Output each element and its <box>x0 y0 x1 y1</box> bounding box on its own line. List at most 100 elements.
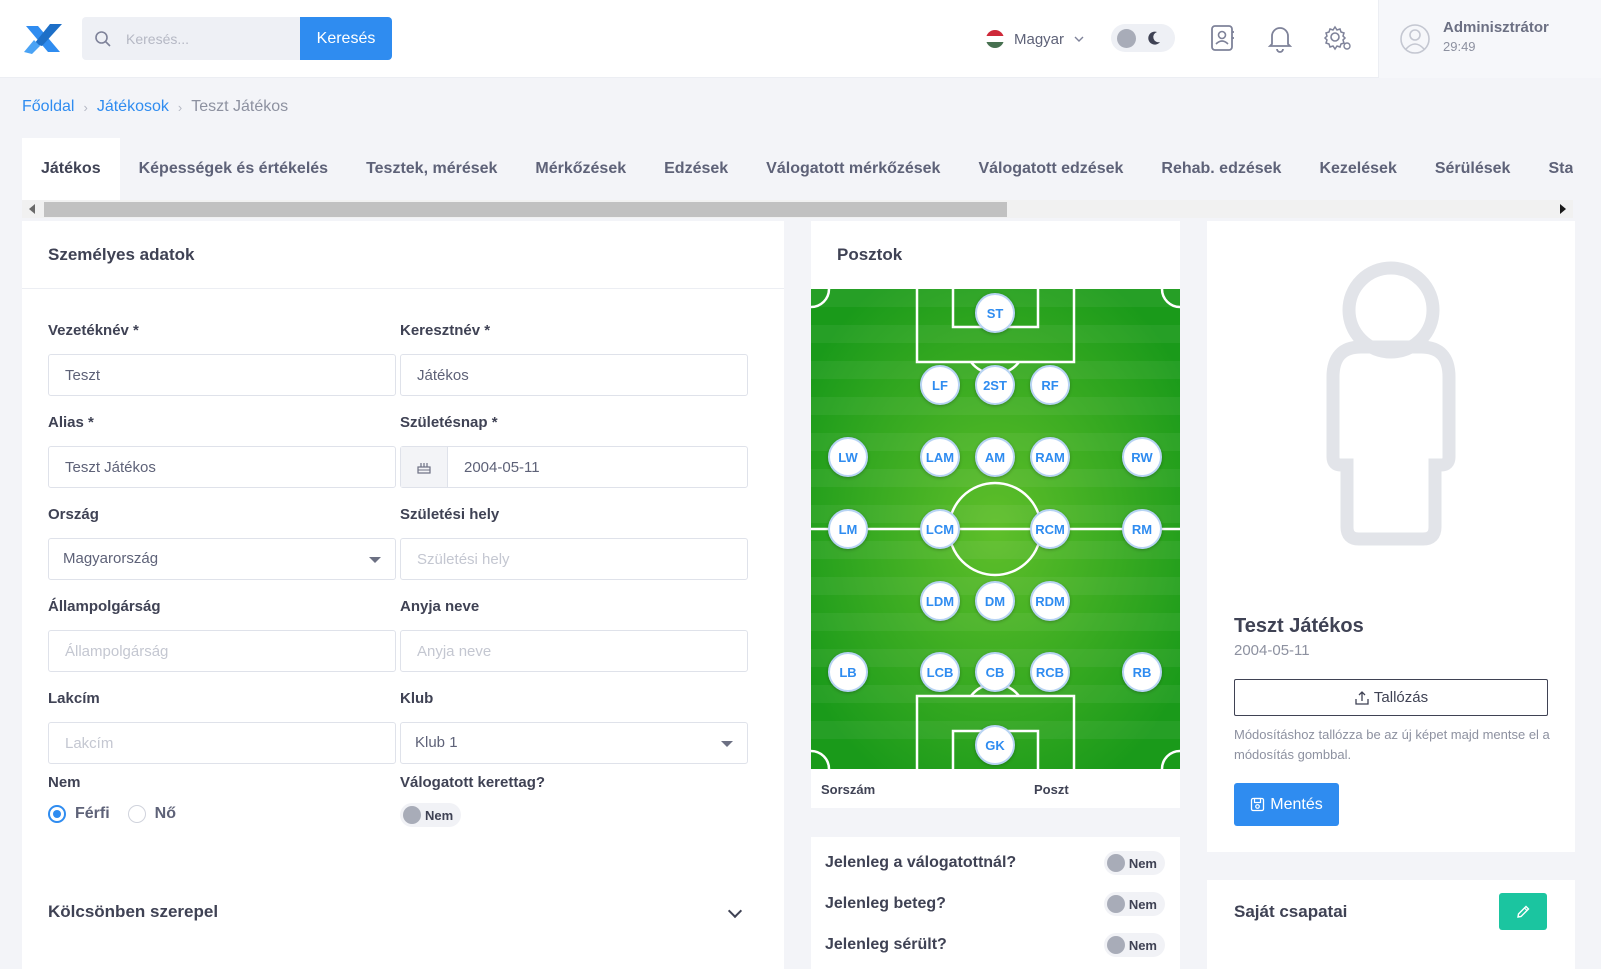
position-rdm-button[interactable]: RDM <box>1030 581 1070 621</box>
position-lm-button[interactable]: LM <box>828 509 868 549</box>
status-national-value: Nem <box>1128 855 1157 871</box>
gender-male-radio[interactable]: Férfi <box>48 805 110 823</box>
position-st-button[interactable]: ST <box>975 293 1015 333</box>
country-select[interactable]: Magyarország <box>48 538 396 580</box>
status-injured-toggle[interactable]: Nem <box>1103 933 1165 957</box>
breadcrumb-players-link[interactable]: Játékosok <box>97 98 169 116</box>
search-input[interactable] <box>126 30 286 47</box>
tab-statistics[interactable]: Statisztika <box>1529 138 1573 200</box>
radio-unchecked-icon[interactable] <box>127 805 146 823</box>
radio-checked-icon[interactable] <box>48 805 66 823</box>
position-rf-button[interactable]: RF <box>1030 365 1070 405</box>
tab-treatments[interactable]: Kezelések <box>1300 138 1415 200</box>
status-row-national: Jelenleg a válogatottnál? Nem <box>825 851 1165 875</box>
mother-name-input[interactable] <box>400 630 748 672</box>
position-rw-button[interactable]: RW <box>1122 437 1162 477</box>
browse-image-label: Tallózás <box>1373 689 1429 706</box>
position-rb-button[interactable]: RB <box>1122 652 1162 692</box>
tab-abilities[interactable]: Képességek és értékelés <box>120 138 347 200</box>
tabs-scrollbar[interactable] <box>22 200 1573 218</box>
save-icon <box>1251 797 1265 812</box>
save-button[interactable]: Mentés <box>1234 783 1339 826</box>
citizenship-input[interactable] <box>48 630 396 672</box>
search-group: Keresés <box>82 17 392 60</box>
firstname-input[interactable] <box>400 354 748 396</box>
scroll-right-arrow-icon[interactable] <box>1560 204 1566 214</box>
theme-toggle-knob <box>1117 29 1136 48</box>
positions-card: Posztok ST LF 2ST RF LW LAM AM RAM RW LM… <box>811 221 1180 808</box>
position-cb-button[interactable]: CB <box>975 652 1015 692</box>
chevron-down-icon[interactable] <box>727 903 743 919</box>
contacts-icon[interactable] <box>1206 22 1238 54</box>
player-silhouette-icon <box>1326 261 1456 546</box>
gender-female-radio[interactable]: Nő <box>127 805 176 823</box>
club-select[interactable]: Klub 1 <box>400 722 748 764</box>
user-menu[interactable]: Adminisztrátor 29:49 <box>1378 0 1601 78</box>
cake-icon <box>401 447 448 487</box>
lastname-input[interactable] <box>48 354 396 396</box>
user-avatar-icon <box>1400 24 1430 54</box>
chevron-down-icon <box>1074 36 1084 42</box>
mother-name-field-group: Anyja neve <box>400 598 748 672</box>
position-rm-button[interactable]: RM <box>1122 509 1162 549</box>
birthplace-input[interactable] <box>400 538 748 580</box>
breadcrumb-home-link[interactable]: Főoldal <box>22 98 74 116</box>
position-ldm-button[interactable]: LDM <box>920 581 960 621</box>
position-lam-button[interactable]: LAM <box>920 437 960 477</box>
position-am-button[interactable]: AM <box>975 437 1015 477</box>
status-injured-value: Nem <box>1128 937 1157 953</box>
status-national-toggle[interactable]: Nem <box>1103 851 1165 875</box>
scrollbar-thumb[interactable] <box>44 202 1007 217</box>
session-timer: 29:49 <box>1443 39 1476 54</box>
tab-matches[interactable]: Mérkőzések <box>516 138 645 200</box>
settings-gear-icon[interactable] <box>1322 22 1354 54</box>
column-header-position: Poszt <box>1034 782 1069 797</box>
tab-tests[interactable]: Tesztek, mérések <box>347 138 516 200</box>
hungary-flag-icon <box>986 30 1004 48</box>
address-input[interactable] <box>48 722 396 764</box>
position-rcm-button[interactable]: RCM <box>1030 509 1070 549</box>
tab-injuries[interactable]: Sérülések <box>1416 138 1530 200</box>
tab-trainings[interactable]: Edzések <box>645 138 747 200</box>
personal-data-card: Személyes adatok Vezetéknév * Keresztnév… <box>22 221 784 969</box>
gender-male-label: Férfi <box>75 805 110 822</box>
position-gk-button[interactable]: GK <box>975 725 1015 765</box>
club-field-group: Klub Klub 1 <box>400 690 748 764</box>
position-dm-button[interactable]: DM <box>975 581 1015 621</box>
tab-national-matches[interactable]: Válogatott mérkőzések <box>747 138 959 200</box>
gender-radio-group: Férfi Nő <box>48 805 176 823</box>
status-sick-label: Jelenleg beteg? <box>825 895 946 912</box>
national-squad-toggle[interactable]: Nem <box>400 803 462 827</box>
theme-toggle[interactable] <box>1111 24 1175 52</box>
status-sick-toggle[interactable]: Nem <box>1103 892 1165 916</box>
moon-icon <box>1148 31 1160 45</box>
language-selector[interactable]: Magyar <box>986 26 1084 52</box>
image-hint-text: Módosításhoz tallózza be az új képet maj… <box>1234 727 1550 762</box>
tab-rehab-trainings[interactable]: Rehab. edzések <box>1142 138 1300 200</box>
birthdate-input[interactable] <box>448 447 738 487</box>
position-ram-button[interactable]: RAM <box>1030 437 1070 477</box>
mother-name-label: Anyja neve <box>400 598 480 615</box>
tab-national-trainings[interactable]: Válogatott edzések <box>959 138 1142 200</box>
search-icon <box>95 30 111 47</box>
search-button[interactable]: Keresés <box>300 17 392 60</box>
bell-icon[interactable] <box>1264 22 1296 54</box>
breadcrumb: Főoldal › Játékosok › Teszt Játékos <box>22 98 288 116</box>
position-lf-button[interactable]: LF <box>920 365 960 405</box>
position-lb-button[interactable]: LB <box>828 652 868 692</box>
position-lw-button[interactable]: LW <box>828 437 868 477</box>
tab-player[interactable]: Játékos <box>22 138 120 200</box>
loan-section-title[interactable]: Kölcsönben szerepel <box>48 902 218 922</box>
toggle-knob <box>403 806 421 824</box>
browse-image-button[interactable]: Tallózás <box>1234 679 1548 716</box>
position-lcb-button[interactable]: LCB <box>920 652 960 692</box>
edit-teams-button[interactable] <box>1499 893 1547 930</box>
app-logo[interactable] <box>22 22 64 56</box>
position-rcb-button[interactable]: RCB <box>1030 652 1070 692</box>
position-lcm-button[interactable]: LCM <box>920 509 960 549</box>
position-2st-button[interactable]: 2ST <box>975 365 1015 405</box>
alias-input[interactable] <box>48 446 396 488</box>
scroll-left-arrow-icon[interactable] <box>29 204 35 214</box>
birthdate-label: Születésnap * <box>400 414 498 431</box>
alias-field-group: Alias * <box>48 414 396 488</box>
